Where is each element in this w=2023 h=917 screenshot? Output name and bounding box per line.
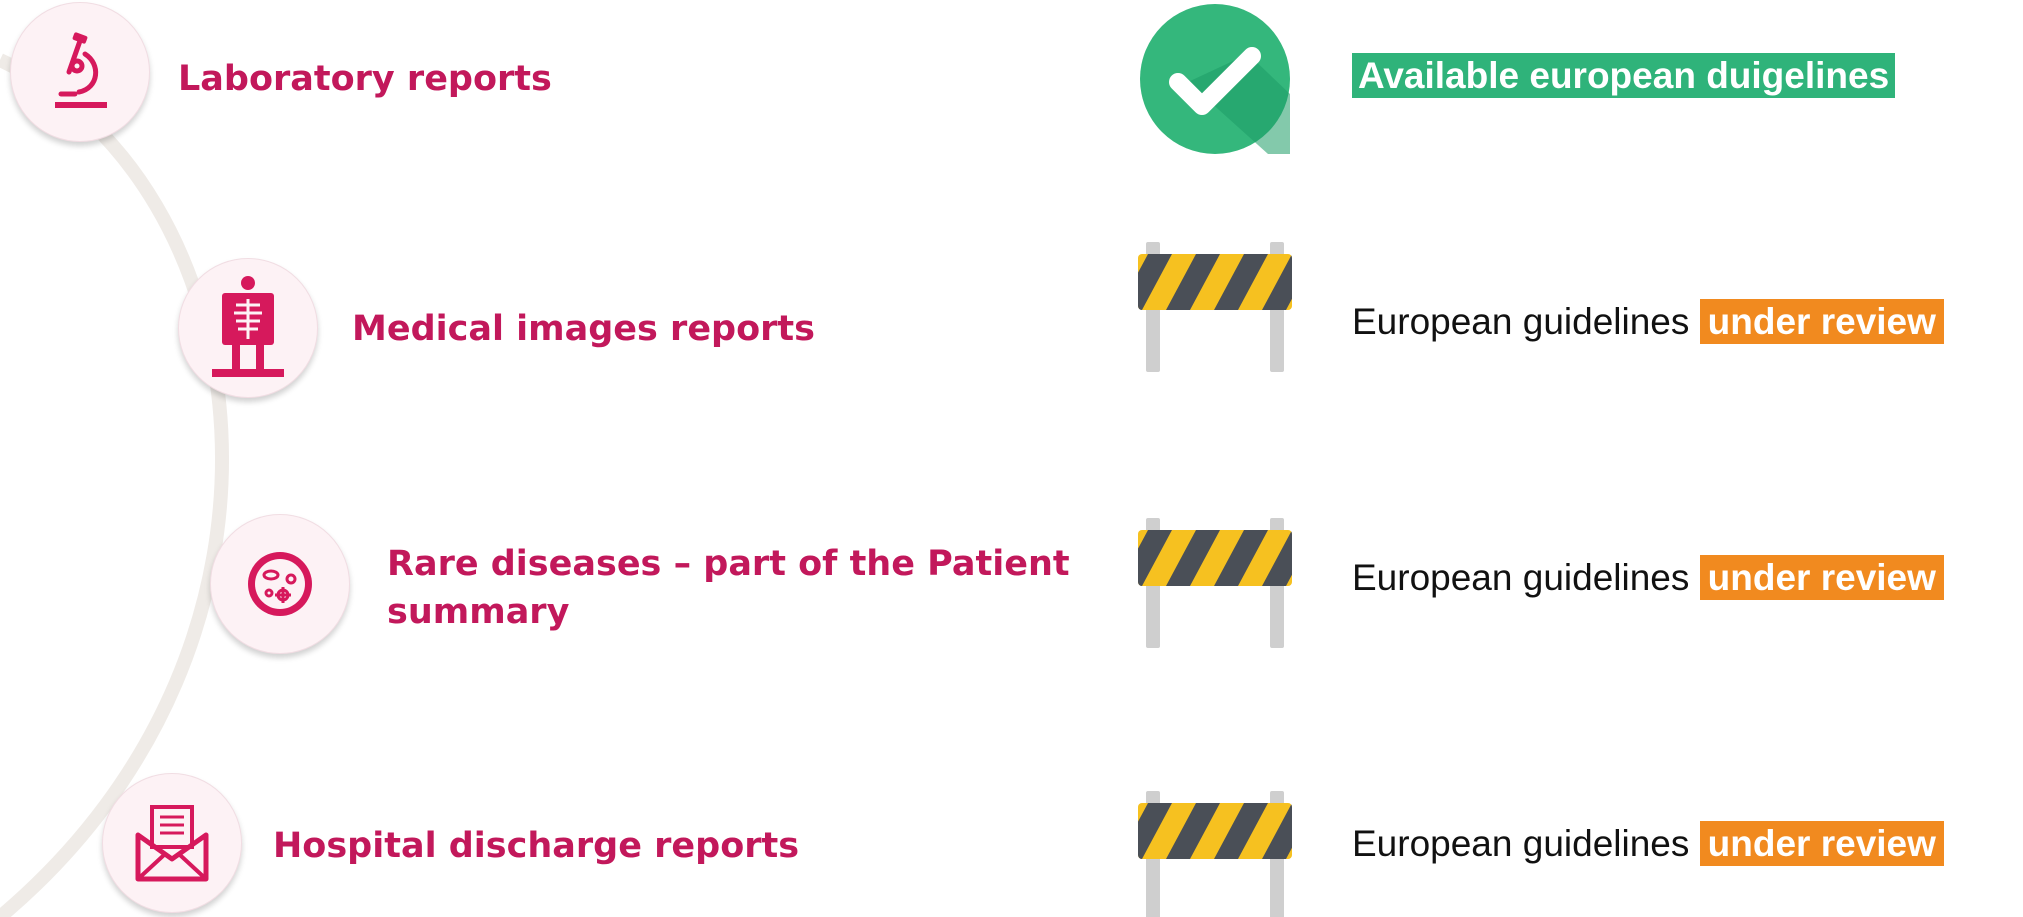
envelope-document-icon — [135, 805, 209, 882]
checkmark-icon — [1140, 4, 1290, 154]
status-highlight-rare-diseases: under review — [1699, 555, 1944, 600]
status-hospital-discharge: European guidelines under review — [1352, 821, 1944, 866]
row-label-rare-diseases: Rare diseases – part of the Patient summ… — [387, 544, 1070, 632]
barrier-icon — [1138, 518, 1292, 648]
slide: Laboratory reports Available european du… — [0, 0, 2023, 917]
decorative-arc — [0, 53, 229, 917]
status-medical-images: European guidelines under review — [1352, 299, 1944, 344]
barrier-icon — [1138, 242, 1292, 372]
status-highlight-available: Available european duigelines — [1352, 53, 1896, 98]
status-text-medical-images: European guidelines — [1352, 301, 1690, 342]
barrier-icon — [1138, 791, 1292, 917]
row-label-hospital-discharge: Hospital discharge reports — [273, 826, 800, 866]
xray-icon-circle — [178, 258, 318, 398]
envelope-document-icon-circle — [102, 773, 242, 913]
status-text-rare-diseases: European guidelines — [1352, 557, 1690, 598]
petri-dish-icon-circle — [210, 514, 350, 654]
status-highlight-hospital-discharge: under review — [1699, 821, 1944, 866]
row-label-medical-images: Medical images reports — [352, 309, 815, 349]
row-label-laboratory: Laboratory reports — [178, 59, 552, 99]
status-text-hospital-discharge: European guidelines — [1352, 823, 1690, 864]
status-highlight-medical-images: under review — [1699, 299, 1944, 344]
xray-icon — [212, 276, 284, 377]
microscope-icon — [55, 32, 107, 108]
status-available: Available european duigelines — [1352, 53, 1896, 98]
microscope-icon-circle — [10, 2, 150, 142]
petri-dish-icon — [248, 552, 312, 616]
status-rare-diseases: European guidelines under review — [1352, 555, 1944, 600]
